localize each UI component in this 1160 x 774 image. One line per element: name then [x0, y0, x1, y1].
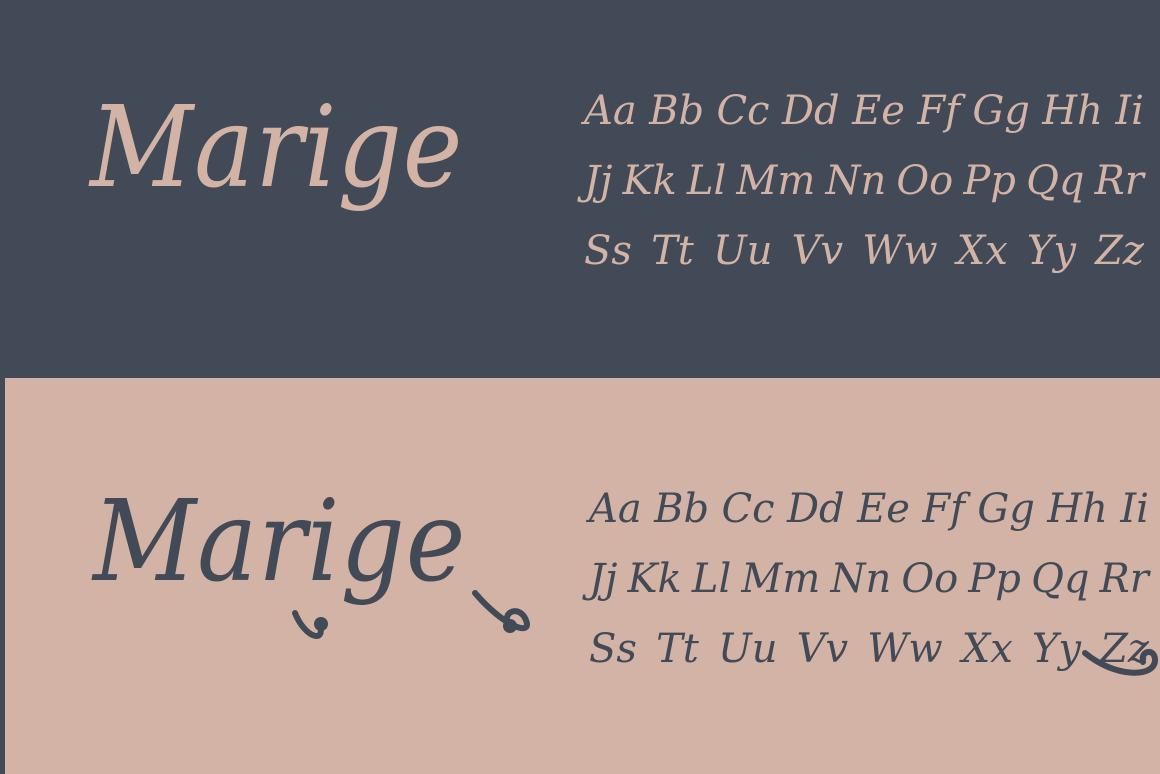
letter-pair: Dd — [781, 88, 840, 134]
letter-pair: Oo — [901, 556, 959, 602]
letter-pair: Pp — [968, 556, 1021, 602]
letter-pair: Aa — [584, 88, 637, 134]
letter-pair: Ee — [857, 486, 910, 532]
letter-pair: Qq — [1031, 556, 1090, 602]
alphabet-row: Jj Kk Ll Mm Nn Oo Pp Qq Rr — [584, 146, 1144, 216]
letter-pair: Rr — [1099, 556, 1149, 602]
letter-pair: Xx — [956, 228, 1008, 274]
letter-pair: Ss — [589, 626, 637, 672]
letter-pair: Aa — [589, 486, 642, 532]
letter-pair: Dd — [786, 486, 845, 532]
alphabet-row: Jj Kk Ll Mm Nn Oo Pp Qq Rr — [589, 544, 1149, 614]
letter-pair: Ww — [867, 626, 943, 672]
letter-pair: Vv — [796, 626, 849, 672]
letter-pair: Nn — [825, 158, 887, 204]
letter-pair: Ii — [1115, 88, 1144, 134]
letter-pair: Vv — [791, 228, 844, 274]
letter-pair: Ss — [584, 228, 632, 274]
letter-pair: Uu — [712, 228, 773, 274]
swash-dot — [503, 619, 517, 633]
letter-pair: Jj — [584, 158, 613, 204]
letter-pair: Zz — [1095, 228, 1144, 274]
letter-pair: Ff — [922, 486, 965, 532]
letter-pair: Yy — [1031, 626, 1081, 672]
letter-pair: Jj — [589, 556, 618, 602]
letter-pair: Ii — [1120, 486, 1149, 532]
alphabet-grid-swash: Aa Bb Cc Dd Ee Ff Gg Hh Ii Jj Kk Ll Mm N… — [589, 474, 1149, 684]
letter-pair: Bb — [654, 486, 710, 532]
alphabet-row: Aa Bb Cc Dd Ee Ff Gg Hh Ii — [589, 474, 1149, 544]
letter-pair: Ff — [917, 88, 960, 134]
letter-pair: Cc — [721, 486, 775, 532]
letter-pair: Xx — [961, 626, 1013, 672]
letter-pair: Mm — [741, 556, 821, 602]
letter-pair: Uu — [717, 626, 778, 672]
letter-pair: Ww — [862, 228, 938, 274]
letter-pair: Qq — [1026, 158, 1085, 204]
letter-pair: Pp — [963, 158, 1016, 204]
letter-pair: Ee — [852, 88, 905, 134]
bottom-specimen-panel: Marige Aa Bb Cc Dd Ee Ff Gg Hh Ii Jj Kk … — [5, 378, 1160, 774]
alphabet-grid-regular: Aa Bb Cc Dd Ee Ff Gg Hh Ii Jj Kk Ll Mm N… — [584, 76, 1144, 286]
letter-pair: Rr — [1094, 158, 1144, 204]
letter-pair: Zz — [1100, 626, 1149, 672]
alphabet-row: Ss Tt Uu Vv Ww Xx Yy Zz — [589, 614, 1149, 684]
letter-pair: Oo — [896, 158, 954, 204]
swash-tail — [472, 590, 530, 632]
letter-pair: Hh — [1047, 486, 1108, 532]
letter-pair: Tt — [651, 228, 694, 274]
letter-pair: Bb — [649, 88, 705, 134]
letter-pair: Gg — [972, 88, 1030, 134]
letter-pair: Gg — [977, 486, 1035, 532]
alphabet-row: Ss Tt Uu Vv Ww Xx Yy Zz — [584, 216, 1144, 286]
letter-pair: Ll — [691, 556, 732, 602]
letter-pair: Ll — [686, 158, 727, 204]
letter-pair: Mm — [736, 158, 816, 204]
letter-pair: Yy — [1026, 228, 1076, 274]
swash-dot — [314, 617, 328, 631]
font-name-regular: Marige — [90, 83, 464, 213]
letter-pair: Kk — [622, 158, 677, 204]
letter-pair: Kk — [627, 556, 682, 602]
top-specimen-panel: Marige Aa Bb Cc Dd Ee Ff Gg Hh Ii Jj Kk … — [0, 0, 1160, 378]
alphabet-row: Aa Bb Cc Dd Ee Ff Gg Hh Ii — [584, 76, 1144, 146]
letter-pair: Hh — [1042, 88, 1103, 134]
letter-pair: Tt — [656, 626, 699, 672]
letter-pair: Cc — [716, 88, 770, 134]
letter-pair: Nn — [830, 556, 892, 602]
